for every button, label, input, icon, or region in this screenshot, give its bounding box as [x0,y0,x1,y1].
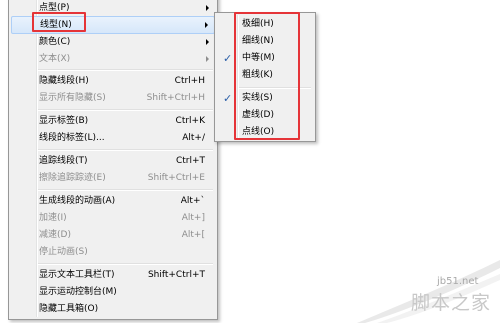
context-menu: 点型(P) 线型(N) 颜色(C) 文本(X) 隐藏线段(H) Ctrl+H 显… [8,0,218,320]
menu-item-show-text-toolbar[interactable]: 显示文本工具栏(T) Shift+Ctrl+T [11,266,215,284]
menu-separator [38,149,213,151]
menu-item-label: 显示运动控制台(M) [39,287,117,297]
menu-item-shortcut: Shift+Ctrl+H [146,93,205,103]
menu-item-text[interactable]: 文本(X) [11,50,215,68]
submenu-arrow-icon [206,39,209,45]
menu-item-animate-segment[interactable]: 生成线段的动画(A) Alt+` [11,192,215,210]
watermark-title: 脚本之家 [411,292,492,314]
watermark-url: jb51.net [437,276,479,287]
menu-item-label: 隐藏线段(H) [39,76,89,86]
menu-item-erase-traces[interactable]: 擦除追踪踪迹(E) Shift+Ctrl+E [11,169,215,187]
menu-item-shortcut: Ctrl+T [175,156,205,166]
menu-separator [38,263,213,265]
menu-item-label: 显示标签(B) [39,116,89,126]
menu-separator [38,69,213,71]
menu-item-segment-label[interactable]: 线段的标签(L)... Alt+/ [11,129,215,147]
menu-item-label: 减速(D) [39,230,71,240]
menu-item-slow-down[interactable]: 减速(D) Alt+[ [11,226,215,244]
menu-separator [38,109,213,111]
menu-item-label: 停止动画(S) [39,247,88,257]
menu-item-hide-segment[interactable]: 隐藏线段(H) Ctrl+H [11,72,215,90]
menu-item-color[interactable]: 颜色(C) [11,33,215,51]
menu-item-shortcut: Shift+Ctrl+E [147,173,205,183]
annotation-box-line-style [32,12,86,32]
menu-item-label: 文本(X) [39,54,71,64]
menu-item-stop-animation[interactable]: 停止动画(S) [11,243,215,261]
menu-separator [38,189,213,191]
menu-item-show-all-hidden[interactable]: 显示所有隐藏(S) Shift+Ctrl+H [11,89,215,107]
submenu-arrow-icon [205,22,208,28]
menu-item-label: 追踪线段(T) [39,156,88,166]
screenshot-stage: 点型(P) 线型(N) 颜色(C) 文本(X) 隐藏线段(H) Ctrl+H 显… [0,0,500,323]
annotation-box-submenu [234,12,300,140]
menu-item-show-motion-controller[interactable]: 显示运动控制台(M) [11,283,215,301]
menu-item-label: 加速(I) [39,213,67,223]
menu-item-label: 显示所有隐藏(S) [39,93,106,103]
menu-item-label: 隐藏工具箱(O) [39,304,99,314]
menu-item-speed-up[interactable]: 加速(I) Alt+] [11,209,215,227]
menu-item-label: 线段的标签(L)... [39,133,105,143]
menu-item-shortcut: Shift+Ctrl+T [147,270,205,280]
submenu-arrow-icon [206,5,209,11]
menu-item-shortcut: Alt+] [181,213,205,223]
checkmark-icon: ✓ [223,52,233,65]
menu-item-trace-segment[interactable]: 追踪线段(T) Ctrl+T [11,152,215,170]
menu-item-shortcut: Ctrl+H [174,76,205,86]
checkmark-icon: ✓ [223,92,233,105]
menu-item-hide-toolbox[interactable]: 隐藏工具箱(O) [11,300,215,318]
menu-item-label: 颜色(C) [39,37,71,47]
menu-item-shortcut: Alt+` [180,196,205,206]
menu-item-shortcut: Alt+/ [182,133,205,143]
submenu-arrow-icon [206,56,209,62]
menu-item-label: 生成线段的动画(A) [39,196,116,206]
menu-item-shortcut: Ctrl+K [175,116,205,126]
menu-item-shortcut: Alt+[ [181,230,205,240]
menu-item-show-label[interactable]: 显示标签(B) Ctrl+K [11,112,215,130]
watermark: jb51.net 脚本之家 [357,254,500,323]
menu-item-label: 擦除追踪踪迹(E) [39,173,106,183]
menu-item-label: 显示文本工具栏(T) [39,270,115,280]
